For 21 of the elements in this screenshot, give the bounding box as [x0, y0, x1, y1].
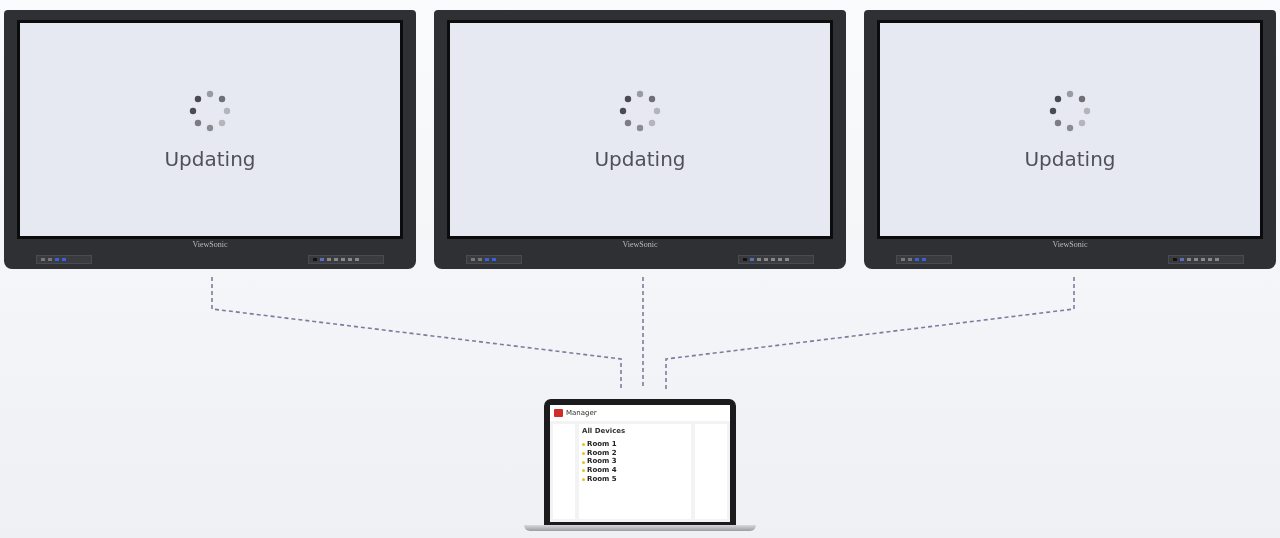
loading-spinner-icon: [1048, 88, 1092, 133]
status-dot-icon: [582, 478, 585, 482]
brand-label: ViewSonic: [192, 240, 228, 250]
status-dot-icon: [582, 469, 585, 473]
front-buttons-icon: [36, 254, 92, 264]
app-logo-icon: [554, 409, 563, 417]
front-buttons-icon: [466, 254, 522, 264]
status-dot-icon: [582, 460, 585, 464]
brand-label: ViewSonic: [1052, 240, 1088, 250]
front-buttons-icon: [896, 254, 952, 264]
status-text: Updating: [594, 146, 686, 171]
indicator-lights-icon: [308, 254, 384, 264]
loading-spinner-icon: [618, 88, 662, 133]
status-text: Updating: [1024, 146, 1116, 171]
status-dot-icon: [582, 443, 585, 447]
indicator-lights-icon: [1168, 254, 1244, 264]
status-text: Updating: [164, 146, 256, 171]
indicator-lights-icon: [738, 254, 814, 264]
brand-label: ViewSonic: [622, 240, 658, 250]
loading-spinner-icon: [188, 88, 232, 133]
status-dot-icon: [582, 452, 585, 456]
